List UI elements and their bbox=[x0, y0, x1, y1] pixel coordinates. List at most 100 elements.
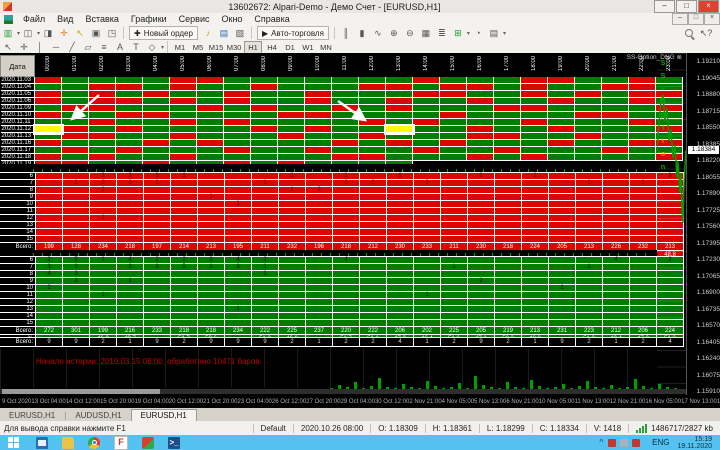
timeframe-M5[interactable]: M5 bbox=[190, 42, 206, 53]
mdi-restore-button[interactable]: □ bbox=[688, 13, 704, 25]
close-button[interactable]: × bbox=[698, 0, 719, 13]
timeframe-D1[interactable]: D1 bbox=[282, 42, 298, 53]
tray-chevron-icon[interactable]: ^ bbox=[599, 438, 603, 447]
indicators-icon[interactable]: ⊞ bbox=[451, 27, 465, 39]
timeframe-W1[interactable]: W1 bbox=[300, 42, 316, 53]
timeframe-H4[interactable]: H4 bbox=[264, 42, 280, 53]
search-icon[interactable] bbox=[685, 29, 694, 38]
dropdown-caret-icon[interactable]: ▾ bbox=[17, 30, 20, 37]
timeframe-M30[interactable]: M30 bbox=[226, 42, 242, 53]
line-chart-icon[interactable]: ∿ bbox=[371, 27, 385, 39]
crosshair-move-icon[interactable]: ✛ bbox=[57, 27, 71, 39]
dropdown-caret-icon[interactable]: ▾ bbox=[161, 44, 164, 51]
tester-icon[interactable]: ▧ bbox=[233, 27, 247, 39]
chart-tab-1[interactable]: AUDUSD,H1 bbox=[66, 410, 130, 421]
chart-shift-icon[interactable]: ◨ bbox=[41, 27, 55, 39]
stats-cell bbox=[144, 278, 171, 285]
menu-Вставка[interactable]: Вставка bbox=[79, 14, 124, 24]
start-button[interactable] bbox=[8, 437, 19, 448]
label-icon[interactable]: T bbox=[129, 41, 143, 53]
horizontal-scrollbar[interactable] bbox=[0, 389, 686, 394]
menu-Вид[interactable]: Вид bbox=[51, 14, 79, 24]
new-window-icon[interactable]: ▣ bbox=[89, 27, 103, 39]
stats-cell bbox=[63, 222, 90, 229]
heatmap-cell bbox=[548, 140, 575, 147]
help-cursor-icon[interactable]: ↖? bbox=[699, 27, 713, 39]
stats-cell bbox=[549, 180, 576, 187]
row-label: 9 bbox=[0, 278, 36, 285]
heatmap-cell bbox=[35, 91, 62, 98]
chart-tab-2[interactable]: EURUSD,H1 bbox=[131, 409, 197, 421]
new-order-button[interactable]: ✚ Новый ордер bbox=[129, 26, 198, 40]
time-axis[interactable]: 9 Oct 202013 Oct 04:0014 Oct 12:0015 Oct… bbox=[0, 395, 686, 408]
price-scale[interactable]: 1.192101.190451.188801.187151.185501.183… bbox=[686, 53, 720, 395]
arrange-icon[interactable]: ≣ bbox=[435, 27, 449, 39]
shapes-icon[interactable]: ◇ bbox=[145, 41, 159, 53]
dropdown-caret-icon[interactable]: ▾ bbox=[503, 30, 506, 37]
tray-icon[interactable] bbox=[608, 439, 616, 447]
zoom-window-icon[interactable]: ◳ bbox=[105, 27, 119, 39]
new-chart-icon[interactable]: ▥ bbox=[1, 27, 15, 39]
stats-cell bbox=[387, 215, 414, 222]
vline-icon[interactable]: │ bbox=[33, 41, 47, 53]
hour-header: 13:00 bbox=[386, 56, 413, 77]
heatmap-cell bbox=[35, 140, 62, 147]
language-indicator[interactable]: ENG bbox=[652, 438, 669, 447]
heatmap-cell bbox=[197, 119, 224, 126]
tray-icon[interactable] bbox=[620, 439, 628, 447]
timeframe-MN[interactable]: MN bbox=[318, 42, 334, 53]
terminal-icon[interactable]: ▤ bbox=[217, 27, 231, 39]
chart-tab-0[interactable]: EURUSD,H1 bbox=[0, 410, 64, 421]
period-icon[interactable]: ◔ bbox=[471, 27, 485, 39]
heatmap-cell bbox=[143, 112, 170, 119]
candlestick-icon[interactable]: ▮ bbox=[355, 27, 369, 39]
zoom-in-icon[interactable]: ⊕ bbox=[387, 27, 401, 39]
text-icon[interactable]: A bbox=[113, 41, 127, 53]
menu-Графики[interactable]: Графики bbox=[125, 14, 173, 24]
minimize-button[interactable]: – bbox=[654, 0, 675, 13]
timeframe-M15[interactable]: M15 bbox=[208, 42, 224, 53]
restore-button[interactable]: □ bbox=[676, 0, 697, 13]
scrollbar-thumb[interactable] bbox=[2, 389, 160, 394]
mdi-close-button[interactable]: × bbox=[704, 13, 720, 25]
hline-icon[interactable]: ─ bbox=[49, 41, 63, 53]
chrome-icon[interactable] bbox=[88, 437, 100, 449]
standard-toolbar: ▥▾◫▾◨✛↖▣◳ ✚ Новый ордер ♪▤▧ ▶ Авто-торго… bbox=[0, 25, 720, 42]
timeframe-H1[interactable]: H1 bbox=[244, 41, 262, 54]
heatmap-cell bbox=[521, 84, 548, 91]
cursor-tool-icon[interactable]: ↖ bbox=[73, 27, 87, 39]
tray-icon[interactable] bbox=[632, 439, 640, 447]
heatmap-cell bbox=[89, 91, 116, 98]
taskbar-clock[interactable]: 15:19 19.11.2020 bbox=[677, 436, 712, 450]
chart-menu-icon[interactable] bbox=[4, 15, 13, 24]
menu-Справка[interactable]: Справка bbox=[248, 14, 295, 24]
mdi-minimize-button[interactable]: – bbox=[672, 13, 688, 25]
menu-Окно[interactable]: Окно bbox=[216, 14, 249, 24]
menu-Файл[interactable]: Файл bbox=[17, 14, 51, 24]
sound-icon[interactable]: ♪ bbox=[201, 27, 215, 39]
file-explorer-icon[interactable] bbox=[36, 437, 48, 449]
heatmap-cell bbox=[413, 140, 440, 147]
stats-cell bbox=[441, 187, 468, 194]
profiles-icon[interactable]: ◫ bbox=[21, 27, 35, 39]
timeframe-M1[interactable]: M1 bbox=[172, 42, 188, 53]
zoom-out-icon[interactable]: ⊖ bbox=[403, 27, 417, 39]
templates-icon[interactable]: ▤ bbox=[487, 27, 501, 39]
cursor-icon[interactable]: ↖ bbox=[1, 41, 15, 53]
crosshair-icon[interactable]: ✛ bbox=[17, 41, 31, 53]
menu-Сервис[interactable]: Сервис bbox=[173, 14, 216, 24]
fibonacci-icon[interactable]: ≡ bbox=[97, 41, 111, 53]
channel-icon[interactable]: ▱ bbox=[81, 41, 95, 53]
powershell-icon[interactable]: >_ bbox=[168, 437, 180, 449]
status-profile[interactable]: Default bbox=[253, 424, 293, 433]
trendline-icon[interactable]: ╱ bbox=[65, 41, 79, 53]
bar-chart-icon[interactable]: ║ bbox=[339, 27, 353, 39]
dropdown-caret-icon[interactable]: ▾ bbox=[467, 30, 470, 37]
folder-icon[interactable] bbox=[62, 437, 74, 449]
dropdown-caret-icon[interactable]: ▾ bbox=[37, 30, 40, 37]
grid-icon[interactable]: ▦ bbox=[419, 27, 433, 39]
metatrader-icon[interactable]: F bbox=[114, 436, 128, 450]
app-icon[interactable] bbox=[142, 437, 154, 449]
indicator-close-icon[interactable]: ⊗ bbox=[677, 54, 682, 61]
auto-trading-button[interactable]: ▶ Авто-торговля bbox=[257, 26, 329, 40]
